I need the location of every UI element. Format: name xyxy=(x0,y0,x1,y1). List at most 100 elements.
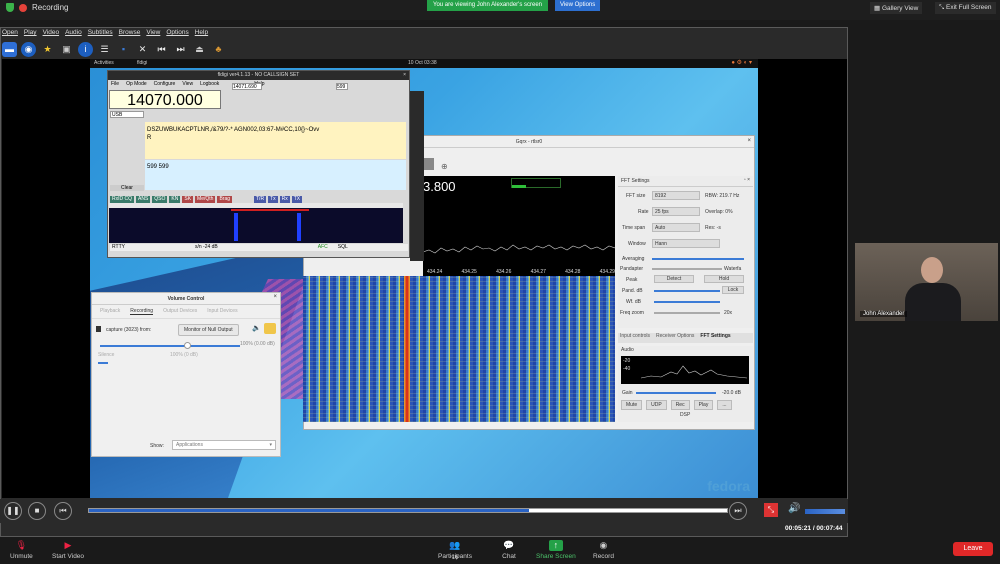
lock-channels-icon[interactable] xyxy=(264,323,276,334)
save-icon[interactable]: ▪ xyxy=(116,42,131,57)
participant-video[interactable] xyxy=(855,243,998,321)
volume-icon[interactable]: 🔊 xyxy=(788,503,800,514)
next-icon[interactable]: ⏭ xyxy=(729,502,747,520)
info-icon[interactable]: i xyxy=(78,41,93,57)
menu-view[interactable]: View xyxy=(146,29,160,39)
macro-button[interactable]: T/R xyxy=(254,196,267,203)
menu-op-mode[interactable]: Op Mode xyxy=(126,81,147,87)
fldigi-frequency-display[interactable]: 14070.000 xyxy=(109,90,221,109)
start-video-button[interactable]: ▶ Start Video xyxy=(52,540,84,560)
mode-select[interactable]: USB xyxy=(110,111,144,118)
tab-recording[interactable]: Recording xyxy=(130,308,154,315)
macro-button[interactable]: SK xyxy=(182,196,194,203)
macro-button[interactable]: QSO xyxy=(152,196,168,203)
tab-output-devices[interactable]: Output Devices xyxy=(163,308,197,315)
peak-detect-button[interactable]: Detect xyxy=(654,275,694,283)
undock-icon[interactable]: ▫ × xyxy=(744,177,750,183)
rst-field[interactable]: 599 xyxy=(336,83,348,90)
leave-button[interactable]: Leave xyxy=(953,542,993,556)
close-icon[interactable]: × xyxy=(403,72,406,78)
snapshot-icon[interactable]: ▣ xyxy=(59,42,74,57)
exit-full-screen-button[interactable]: ⤡ Exit Full Screen xyxy=(935,2,996,14)
toolbar-icon[interactable] xyxy=(424,158,434,170)
status-sql[interactable]: SQL xyxy=(338,244,348,251)
previous-icon[interactable]: ⏮ xyxy=(54,502,72,520)
volume-slider[interactable] xyxy=(100,345,240,347)
fldigi-rx-panel[interactable]: DSZUWBUKACPTLNR,/&79/?-* AGN002,03:67-M#… xyxy=(145,122,406,159)
tab-input-controls[interactable]: Input controls xyxy=(620,333,650,343)
volume-knob[interactable] xyxy=(184,342,191,349)
macro-button[interactable]: ANS xyxy=(136,196,151,203)
macro-button[interactable]: RxID CQ xyxy=(110,196,134,203)
monitor-select[interactable]: Monitor of Null Output xyxy=(178,324,239,336)
tools-icon[interactable]: ✕ xyxy=(135,42,150,57)
clock[interactable]: 10 Oct 03:38 xyxy=(408,60,437,66)
pandapter-slider[interactable] xyxy=(652,268,722,270)
lock-button[interactable]: Lock xyxy=(722,286,744,294)
globe-icon[interactable]: ◉ xyxy=(21,41,36,57)
fldigi-tx-panel[interactable]: 599 599 xyxy=(145,160,406,190)
mute-icon[interactable]: 🔈 xyxy=(252,324,261,332)
status-afc[interactable]: AFC xyxy=(318,244,328,251)
macro-button[interactable]: Tx xyxy=(268,196,278,203)
menu-configure[interactable]: Configure xyxy=(154,81,176,87)
menu-logbook[interactable]: Logbook xyxy=(200,81,219,87)
menu-audio[interactable]: Audio xyxy=(65,29,82,39)
list-icon[interactable]: ☰ xyxy=(97,42,112,57)
tab-input-devices[interactable]: Input Devices xyxy=(207,308,237,315)
freq-zoom-slider[interactable] xyxy=(654,312,720,314)
window-select[interactable]: Hann xyxy=(652,239,720,248)
menu-file[interactable]: File xyxy=(111,81,119,87)
app-menu[interactable]: fldigi xyxy=(137,60,147,66)
close-icon[interactable]: × xyxy=(747,138,751,144)
fldigi-waterfall[interactable] xyxy=(109,203,403,243)
crosshair-icon[interactable]: ⊕ xyxy=(441,162,448,171)
menu-play[interactable]: Play xyxy=(24,29,37,39)
macro-button[interactable]: Rx xyxy=(279,196,290,203)
clear-button[interactable]: Clear xyxy=(110,185,144,191)
gallery-view-button[interactable]: ▦ Gallery View xyxy=(870,2,923,14)
menu-subtitles[interactable]: Subtitles xyxy=(88,29,113,39)
menu-view[interactable]: View xyxy=(182,81,193,87)
volume-bar[interactable] xyxy=(805,509,845,514)
system-tray-icon[interactable]: ● ⚙ ◐ ▾ xyxy=(731,59,752,66)
tab-fft-settings[interactable]: FFT Settings xyxy=(700,333,730,343)
rate-select[interactable]: 25 fps xyxy=(652,207,700,216)
chat-button[interactable]: 💬 Chat xyxy=(502,540,516,560)
next-icon[interactable]: ⏭ xyxy=(173,42,188,57)
pause-icon[interactable]: ❚❚ xyxy=(4,502,22,520)
star-icon[interactable]: ★ xyxy=(40,42,55,57)
fft-size-select[interactable]: 8192 xyxy=(652,191,700,200)
macro-button[interactable]: Me/Qth xyxy=(195,196,216,203)
participants-button[interactable]: 👥16 Participants xyxy=(438,540,472,561)
macro-button[interactable]: Brag xyxy=(217,196,232,203)
pand-db-slider[interactable] xyxy=(654,290,720,292)
eject-icon[interactable]: ⏏ xyxy=(192,42,207,57)
menu-open[interactable]: Open xyxy=(2,29,18,39)
playlist-icon[interactable]: ▬ xyxy=(2,41,17,57)
rec-button[interactable]: Rec xyxy=(670,400,690,410)
time-span-select[interactable]: Auto xyxy=(652,223,700,232)
more-button[interactable]: ... xyxy=(717,400,732,410)
menu-browse[interactable]: Browse xyxy=(119,29,141,39)
spectrum-plot[interactable]: 3.800 434.24 434.25 434.26 434.27 434.28… xyxy=(423,176,615,276)
tab-playback[interactable]: Playback xyxy=(100,308,120,315)
effects-icon[interactable]: ♣ xyxy=(211,42,226,57)
activities-button[interactable]: Activities xyxy=(94,60,114,66)
stop-icon[interactable]: ■ xyxy=(28,502,46,520)
show-select[interactable]: Applications ▾ xyxy=(172,440,276,450)
gqrx-waterfall[interactable] xyxy=(303,276,615,422)
view-options-button[interactable]: View Options xyxy=(555,0,601,11)
play-button[interactable]: Play xyxy=(693,400,714,410)
gain-slider[interactable] xyxy=(636,392,716,394)
record-button[interactable]: ◉ Record xyxy=(593,540,614,560)
macro-button[interactable]: KN xyxy=(169,196,181,203)
menu-help[interactable]: Help xyxy=(195,29,208,39)
fullscreen-icon[interactable]: ⤡ xyxy=(764,503,778,517)
mute-button[interactable]: Mute xyxy=(621,400,643,410)
menu-video[interactable]: Video xyxy=(43,29,60,39)
peak-hold-button[interactable]: Hold xyxy=(704,275,744,283)
share-screen-button[interactable]: ↑ Share Screen xyxy=(536,540,576,560)
tab-receiver-options[interactable]: Receiver Options xyxy=(656,333,694,343)
wf-db-slider[interactable] xyxy=(654,301,720,303)
